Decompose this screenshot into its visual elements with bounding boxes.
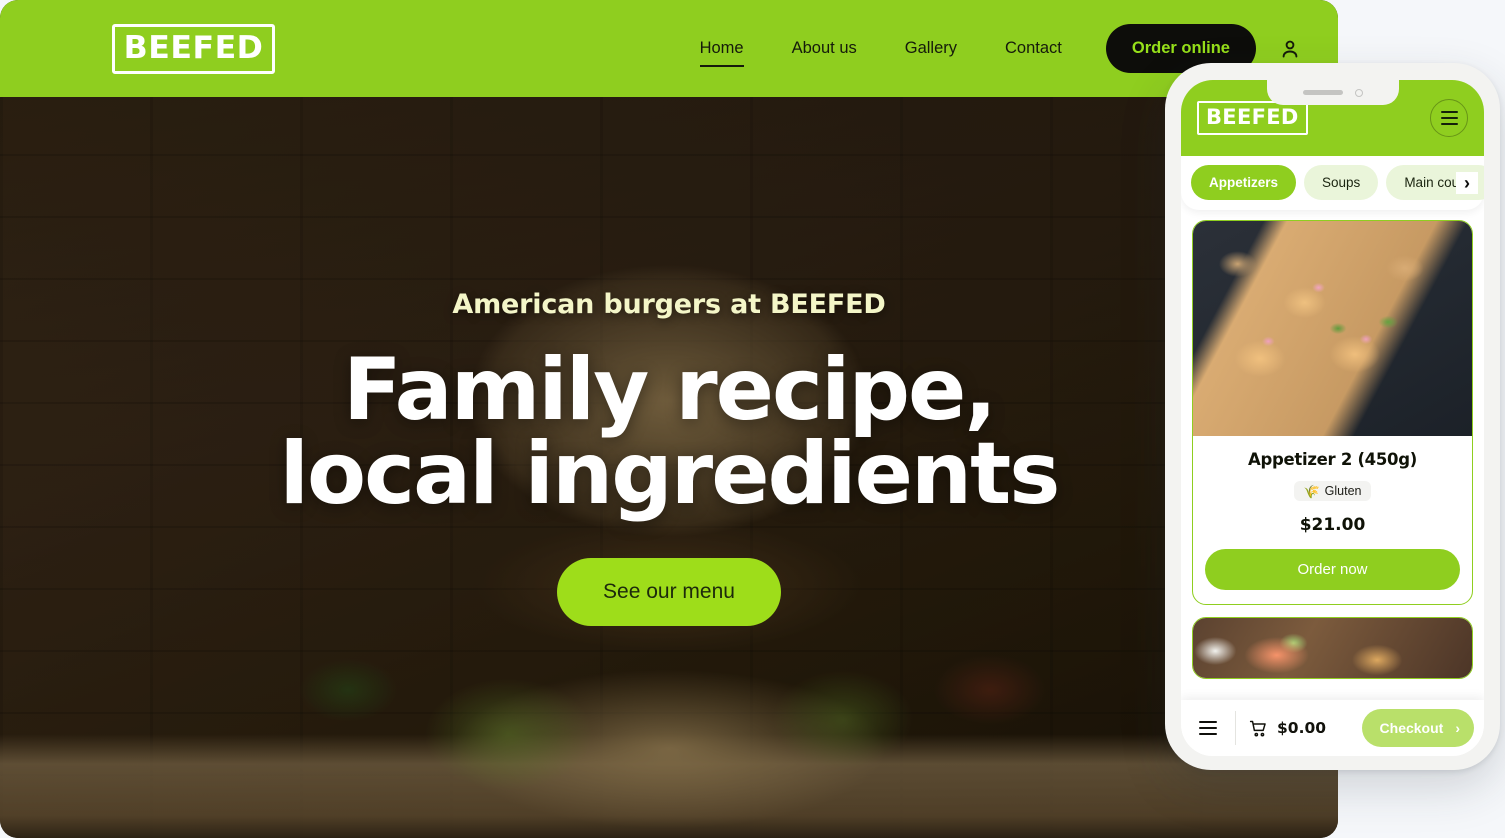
cart-summary[interactable]: $0.00 xyxy=(1248,718,1326,739)
hero-title: Family recipe, local ingredients xyxy=(279,339,1061,524)
hero-content: American burgers at BEEFED Family recipe… xyxy=(0,97,1338,838)
wheat-icon: 🌾 xyxy=(1303,483,1320,499)
order-now-button[interactable]: Order now xyxy=(1205,549,1460,590)
nav-link-home[interactable]: Home xyxy=(676,33,768,67)
phone-speaker xyxy=(1302,90,1343,95)
chevron-right-icon: › xyxy=(1455,720,1460,736)
hero-section: American burgers at BEEFED Family recipe… xyxy=(0,97,1338,838)
site-logo[interactable]: BEEFED xyxy=(112,23,276,74)
hamburger-lines xyxy=(1440,111,1458,125)
tab-soups[interactable]: Soups xyxy=(1304,165,1379,200)
hamburger-icon[interactable] xyxy=(1430,99,1468,137)
cart-icon xyxy=(1249,720,1266,737)
product-card-next[interactable] xyxy=(1192,617,1473,679)
checkout-button[interactable]: Checkout › xyxy=(1361,709,1474,747)
hamburger-icon[interactable] xyxy=(1195,715,1221,741)
cart-total: $0.00 xyxy=(1277,719,1327,737)
product-list: Appetizer 2 (450g) 🌾 Gluten $21.00 Order… xyxy=(1181,213,1484,756)
site-logo-text: BEEFED xyxy=(123,29,264,66)
nav-link-about-us[interactable]: About us xyxy=(768,33,881,64)
nav-link-contact[interactable]: Contact xyxy=(981,33,1086,64)
product-info: Appetizer 2 (450g) 🌾 Gluten $21.00 Order… xyxy=(1193,436,1472,604)
product-price: $21.00 xyxy=(1299,515,1366,535)
nav-link-gallery[interactable]: Gallery xyxy=(881,33,981,64)
product-photo xyxy=(1193,221,1472,436)
phone-screen: BEEFED Appetizers Soups Main course › Ap… xyxy=(1181,80,1484,756)
checkout-label: Checkout xyxy=(1379,720,1444,736)
screenshot-stage: BEEFED Home About us Gallery Contact Ord… xyxy=(0,0,1505,838)
chevron-right-icon[interactable]: › xyxy=(1456,172,1478,194)
allergen-label: Gluten xyxy=(1324,484,1362,498)
see-our-menu-button[interactable]: See our menu xyxy=(557,558,781,627)
category-tab-strip: Appetizers Soups Main course › xyxy=(1181,156,1484,210)
hero-eyebrow: American burgers at BEEFED xyxy=(452,288,886,320)
phone-camera-icon xyxy=(1354,88,1363,97)
website-window: BEEFED Home About us Gallery Contact Ord… xyxy=(0,0,1338,838)
user-icon[interactable] xyxy=(1276,35,1304,63)
site-header: BEEFED Home About us Gallery Contact Ord… xyxy=(0,0,1338,97)
phone-logo[interactable]: BEEFED xyxy=(1197,101,1308,135)
phone-logo-text: BEEFED xyxy=(1206,105,1299,129)
product-photo xyxy=(1193,618,1472,678)
tab-appetizers[interactable]: Appetizers xyxy=(1191,165,1297,200)
phone-app-body: Appetizers Soups Main course › Appetizer… xyxy=(1181,156,1484,756)
phone-notch xyxy=(1266,80,1399,105)
allergen-badge: 🌾 Gluten xyxy=(1294,481,1371,501)
phone-mockup: BEEFED Appetizers Soups Main course › Ap… xyxy=(1165,63,1500,770)
phone-bottom-bar: $0.00 Checkout › xyxy=(1181,700,1484,756)
product-card[interactable]: Appetizer 2 (450g) 🌾 Gluten $21.00 Order… xyxy=(1192,220,1473,605)
hamburger-lines xyxy=(1199,721,1217,735)
divider xyxy=(1235,711,1236,745)
product-name: Appetizer 2 (450g) xyxy=(1248,450,1417,469)
